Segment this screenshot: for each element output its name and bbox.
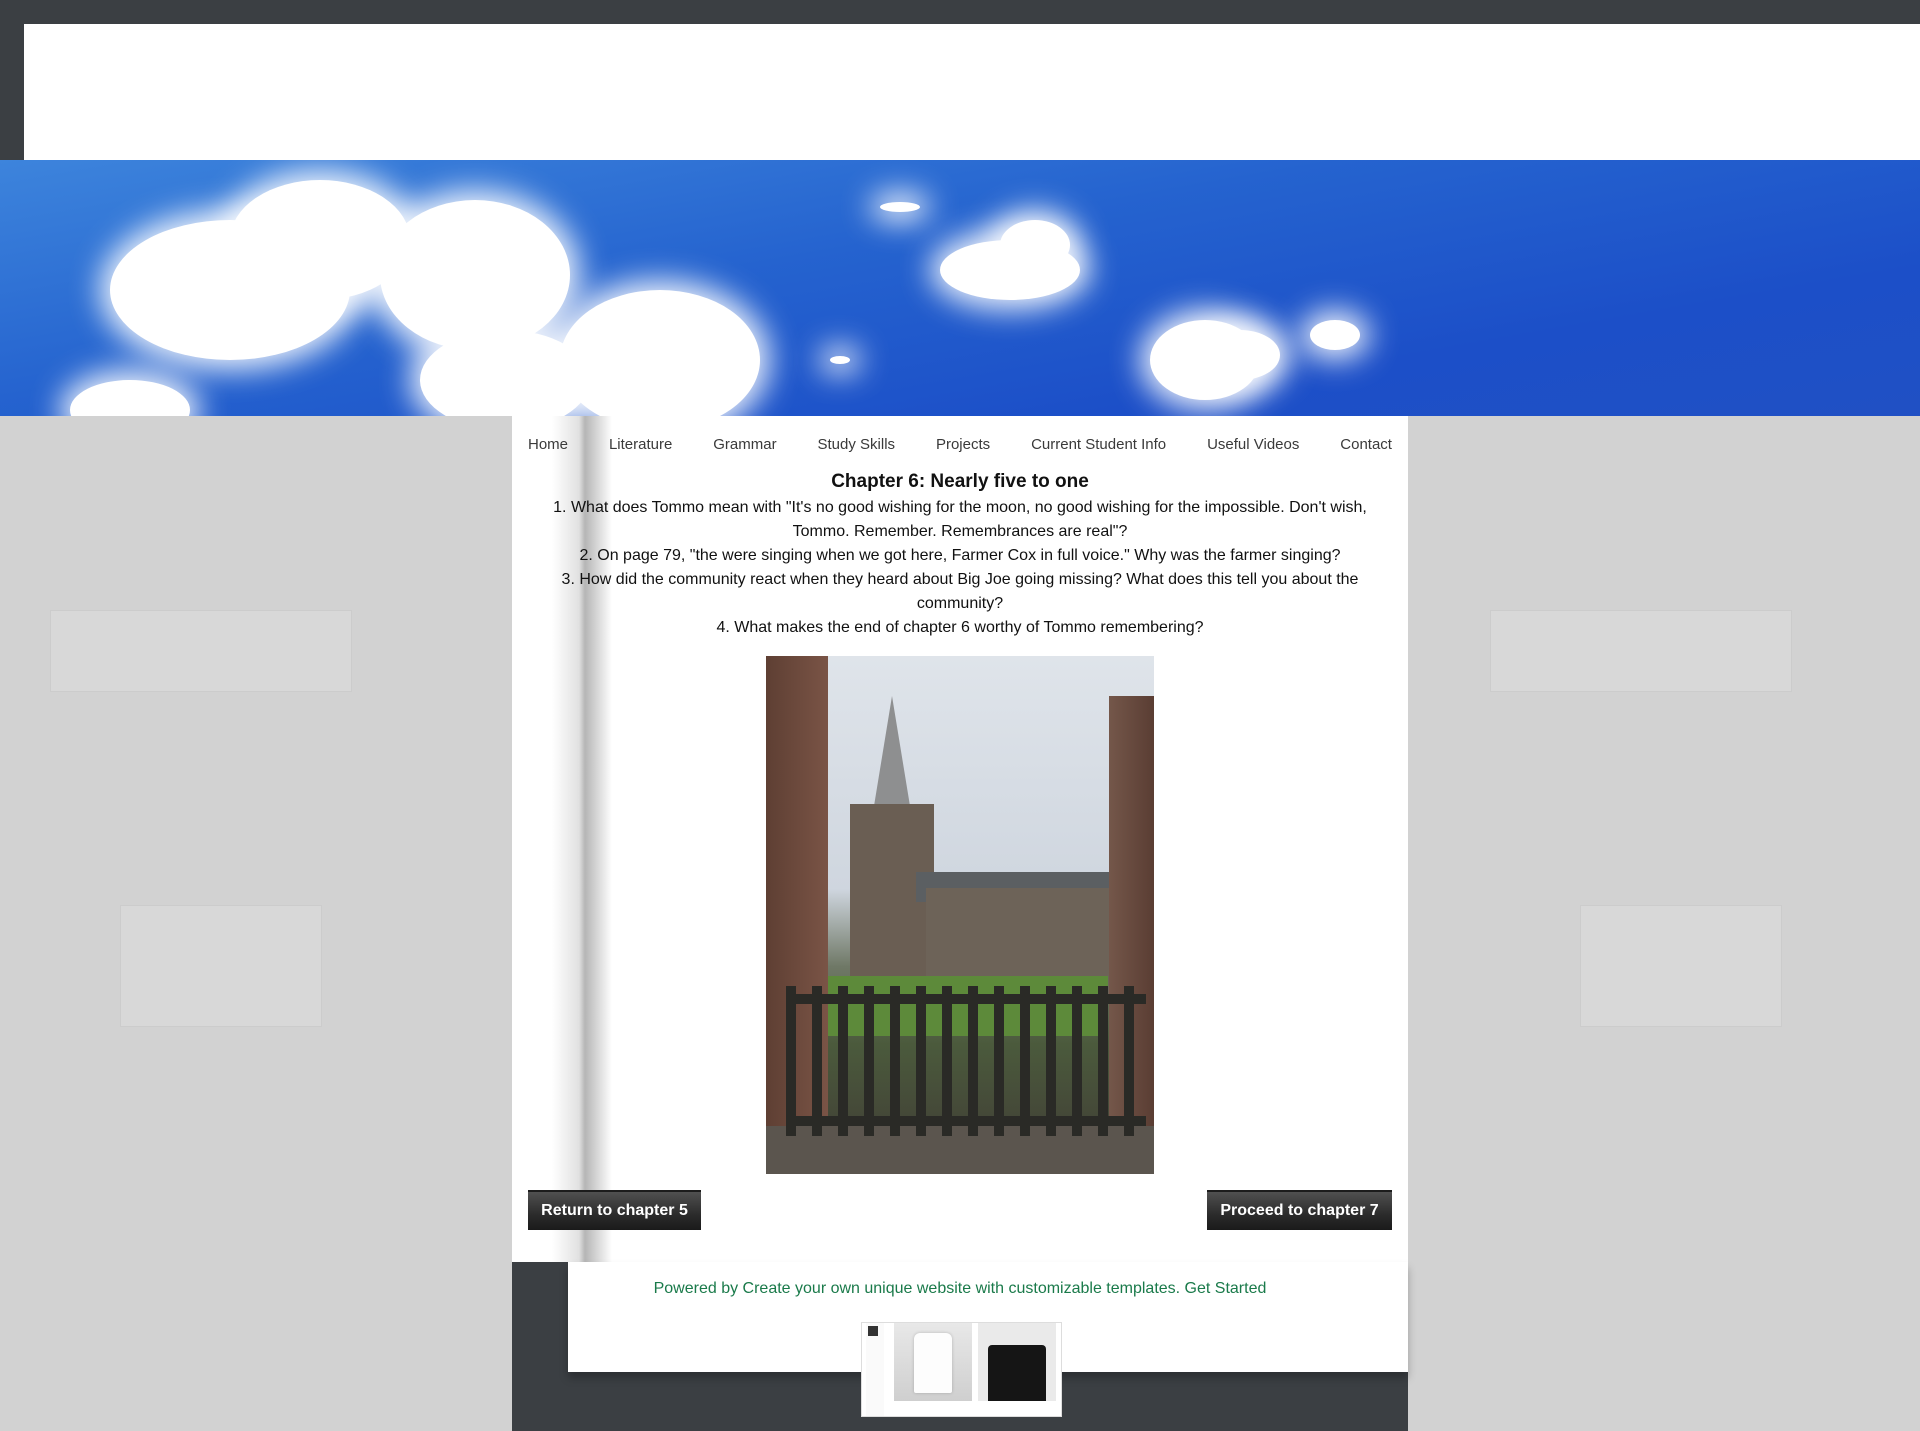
nav-home[interactable]: Home xyxy=(528,436,568,453)
questions-list: 1. What does Tommo mean with "It's no go… xyxy=(535,496,1385,640)
nav-grammar[interactable]: Grammar xyxy=(713,436,776,453)
church-photo xyxy=(766,656,1154,1174)
nav-contact[interactable]: Contact xyxy=(1340,436,1392,453)
bg-panel xyxy=(120,905,322,1027)
page-title: Chapter 6: Nearly five to one xyxy=(831,471,1089,492)
question-item: 1. What does Tommo mean with "It's no go… xyxy=(553,499,1367,540)
question-item: 3. How did the community react when they… xyxy=(561,571,1359,612)
question-item: 2. On page 79, "the were singing when we… xyxy=(579,547,1341,564)
return-to-chapter-5-button[interactable]: Return to chapter 5 xyxy=(528,1190,701,1230)
nav-current-student-info[interactable]: Current Student Info xyxy=(1031,436,1166,453)
bg-panel xyxy=(50,610,352,692)
nav-projects[interactable]: Projects xyxy=(936,436,990,453)
powered-by-link[interactable]: Powered by Create your own unique websit… xyxy=(512,1280,1408,1298)
question-item: 4. What makes the end of chapter 6 worth… xyxy=(716,619,1204,636)
header-area xyxy=(24,24,1920,160)
nav-literature[interactable]: Literature xyxy=(609,436,672,453)
nav-useful-videos[interactable]: Useful Videos xyxy=(1207,436,1299,453)
bg-panel xyxy=(1490,610,1792,692)
sky-banner xyxy=(0,160,1920,416)
main-nav: Home Literature Grammar Study Skills Pro… xyxy=(528,432,1392,456)
template-preview-image[interactable] xyxy=(861,1322,1062,1417)
proceed-to-chapter-7-button[interactable]: Proceed to chapter 7 xyxy=(1207,1190,1392,1230)
logo-icon xyxy=(868,1326,878,1336)
nav-study-skills[interactable]: Study Skills xyxy=(818,436,896,453)
bg-panel xyxy=(1580,905,1782,1027)
